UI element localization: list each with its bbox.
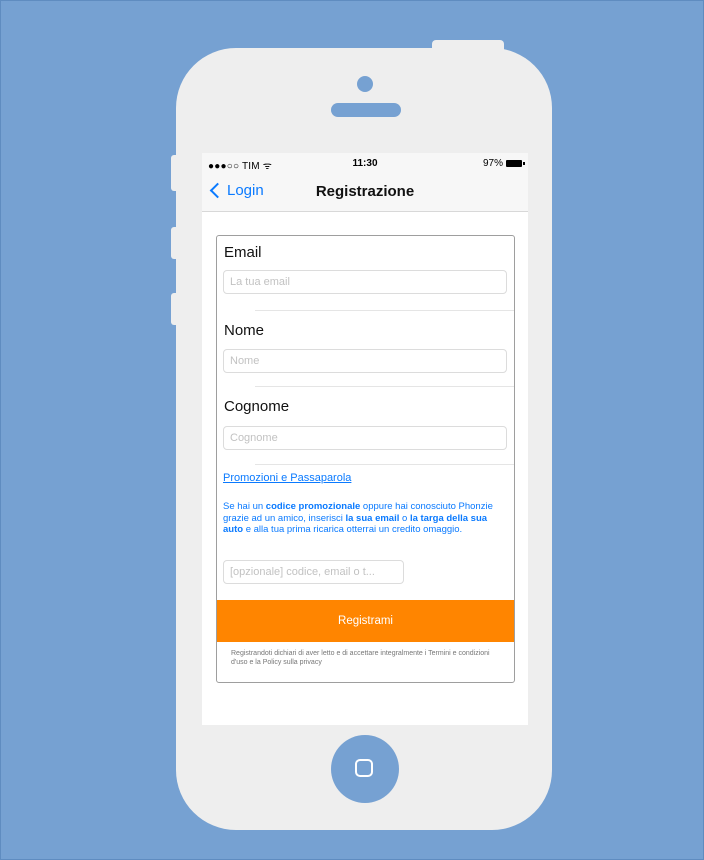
promo-text-part: e alla tua prima ricarica otterrai un cr… (243, 524, 463, 535)
navigation-bar: Login Registrazione (202, 173, 528, 212)
email-label: Email (224, 244, 262, 261)
speaker-grille (331, 103, 401, 117)
nome-field[interactable] (223, 349, 507, 373)
promo-text-part: Se hai un (223, 501, 266, 512)
home-button-icon[interactable] (331, 735, 399, 803)
battery-percent: 97% (482, 158, 503, 169)
divider (255, 310, 514, 311)
page-title: Registrazione (315, 183, 415, 200)
status-time: 11:30 (352, 158, 378, 169)
divider (255, 386, 514, 387)
battery-indicator: 97% (482, 158, 525, 169)
battery-icon (506, 160, 525, 167)
promo-code-field[interactable] (223, 560, 404, 584)
camera-icon (357, 76, 373, 92)
nome-label: Nome (224, 322, 265, 339)
divider (255, 464, 514, 465)
registration-form: Email Nome Cognome Promozioni e Passapar… (216, 235, 515, 683)
phone-screen: ●●●○○ TIM ᯤ 11:30 97% Login Registrazion… (202, 153, 528, 725)
promo-description: Se hai un codice promozionale oppure hai… (223, 501, 505, 536)
promo-text-bold: codice promozionale (265, 501, 361, 512)
register-button[interactable]: Registrami (217, 600, 514, 642)
promo-text-part: o (399, 512, 410, 524)
cognome-field[interactable] (223, 426, 507, 450)
promo-link[interactable]: Promozioni e Passaparola (223, 472, 351, 484)
cognome-label: Cognome (224, 398, 290, 415)
home-square-icon (355, 759, 373, 777)
terms-text: Registrandoti dichiari di aver letto e d… (231, 650, 490, 666)
status-bar: ●●●○○ TIM ᯤ 11:30 97% (202, 153, 528, 173)
promo-text-bold: la sua email (345, 512, 400, 524)
email-field[interactable] (223, 270, 507, 294)
